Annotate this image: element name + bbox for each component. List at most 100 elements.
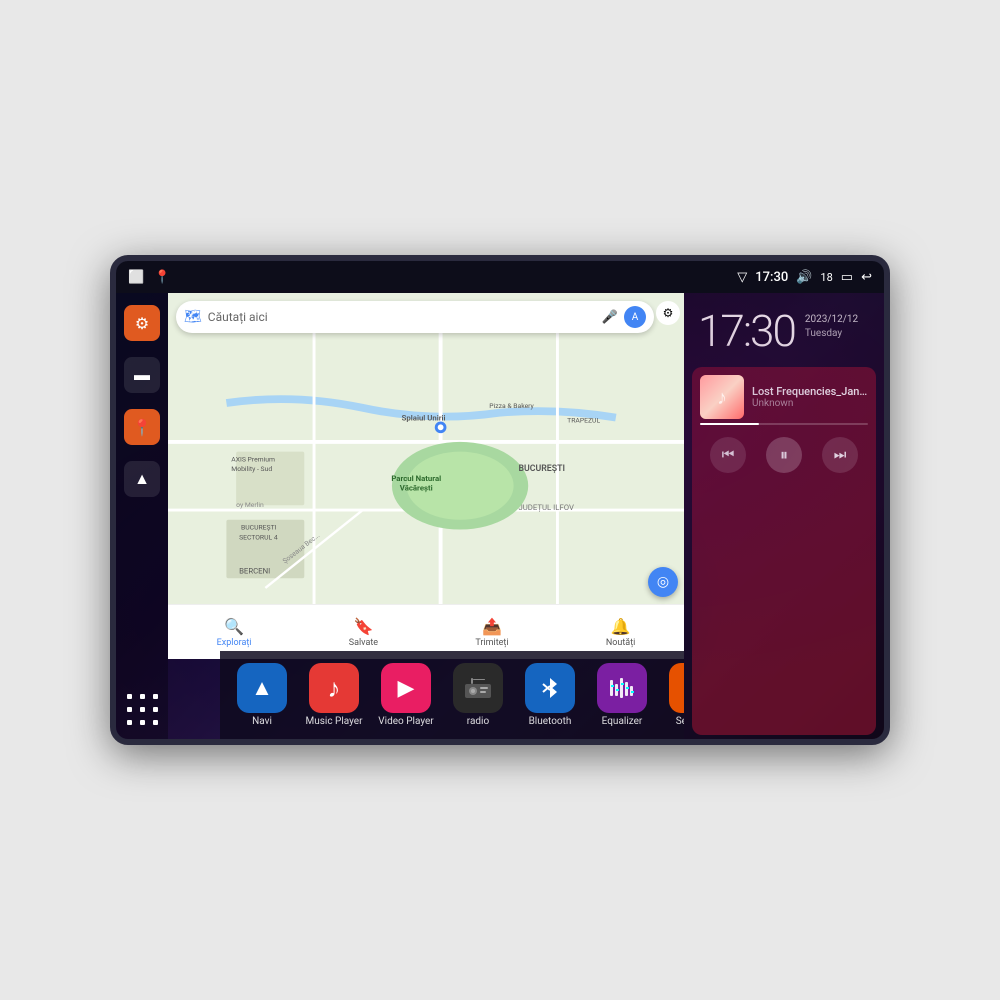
map-explore-btn[interactable]: 🔍 Explorați [217,617,252,648]
svg-text:TRAPEZUL: TRAPEZUL [567,416,600,424]
clock-date: 2023/12/12 Tuesday [805,309,858,341]
status-bar: ⬜ 📍 ▽ 17:30 🔊 18 ▭ ↩ [116,261,884,293]
music-controls: ⏮ ⏸ ⏭ [692,433,876,483]
svg-text:Pizza & Bakery: Pizza & Bakery [489,402,534,410]
app-equalizer[interactable]: Equalizer [588,657,656,733]
dot-6 [153,707,158,712]
svg-text:Mobility - Sud: Mobility - Sud [231,465,272,473]
settings-label: Settings [676,716,684,727]
svg-text:AXIS Premium: AXIS Premium [231,455,275,463]
dot-5 [140,707,145,712]
prev-icon: ⏮ [722,447,735,463]
sidebar-apps-btn[interactable] [124,691,160,727]
clock-section: 17:30 2023/12/12 Tuesday [684,293,884,363]
settings-icon: ⚙ [135,314,149,333]
google-maps-icon: 🗺 [184,309,202,325]
dot-2 [140,694,145,699]
equalizer-icon [608,676,636,700]
main-content: ⚙ ▬ 📍 ▲ [116,293,884,739]
nav-arrow-icon: ▲ [134,469,150,489]
svg-text:BUCUREȘTI: BUCUREȘTI [241,524,277,532]
music-icon: ♪ [328,673,341,704]
music-icon-wrap: ♪ [309,663,359,713]
music-section: Lost Frequencies_Janie... Unknown ⏮ ⏸ ⏭ [692,367,876,735]
app-video-player[interactable]: ▶ Video Player [372,657,440,733]
battery-level: 18 [820,271,832,284]
mic-icon[interactable]: 🎤 [602,310,618,325]
music-player-label: Music Player [305,716,362,727]
saved-icon: 🔖 [353,617,373,636]
map-settings-btn[interactable]: ⚙ [656,301,680,325]
next-button[interactable]: ⏭ [822,437,858,473]
dot-7 [127,720,132,725]
sidebar-files-btn[interactable]: ▬ [124,357,160,393]
video-icon: ▶ [398,676,415,701]
volume-icon: 🔊 [796,270,812,285]
bluetooth-icon-wrap [525,663,575,713]
sidebar-maps-btn[interactable]: 📍 [124,409,160,445]
status-right: ▽ 17:30 🔊 18 ▭ ↩ [737,270,872,285]
video-player-label: Video Player [378,716,433,727]
app-drawer: ▲ Navi ♪ Music Player ▶ Video Player [220,651,684,739]
map-saved-btn[interactable]: 🔖 Salvate [349,617,378,648]
map-container[interactable]: Splaiul Unirii Parcul Natural Văcărești … [168,293,684,659]
svg-text:BUCUREȘTI: BUCUREȘTI [518,464,565,474]
dot-3 [153,694,158,699]
navi-icon: ▲ [251,675,273,701]
home-icon[interactable]: ⬜ [128,270,144,285]
pause-icon: ⏸ [780,445,788,465]
settings-gear-icon: ⚙ [682,673,684,703]
navi-icon-wrap: ▲ [237,663,287,713]
app-settings[interactable]: ⚙ Settings [660,657,684,733]
radio-label: radio [467,716,489,727]
map-search-bar[interactable]: 🗺 Căutați aici 🎤 A [176,301,654,333]
album-image [700,375,744,419]
music-album-art [700,375,744,419]
sidebar-nav-btn[interactable]: ▲ [124,461,160,497]
right-panel: 17:30 2023/12/12 Tuesday Lost Frequencie… [684,293,884,739]
music-progress-bar[interactable] [700,423,868,425]
svg-text:oy Merlin: oy Merlin [236,501,264,509]
navi-label: Navi [252,716,272,727]
dot-1 [127,694,132,699]
music-artist: Unknown [752,398,868,409]
app-navi[interactable]: ▲ Navi [228,657,296,733]
pause-button[interactable]: ⏸ [766,437,802,473]
news-label: Noutăți [606,638,636,648]
bluetooth-label: Bluetooth [529,716,572,727]
user-avatar[interactable]: A [624,306,646,328]
sidebar-settings-btn[interactable]: ⚙ [124,305,160,341]
music-progress-fill [700,423,759,425]
location-fab[interactable]: ◎ [648,567,678,597]
maps-status-icon[interactable]: 📍 [154,270,170,285]
news-icon: 🔔 [611,617,631,636]
status-left: ⬜ 📍 [128,270,170,285]
clock-time: 17:30 [698,309,795,353]
radio-icon-wrap [453,663,503,713]
explore-icon: 🔍 [224,617,244,636]
map-news-btn[interactable]: 🔔 Noutăți [606,617,636,648]
prev-button[interactable]: ⏮ [710,437,746,473]
radio-icon [463,676,493,700]
music-info: Lost Frequencies_Janie... Unknown [752,385,868,409]
svg-text:Parcul Natural: Parcul Natural [391,474,441,483]
wifi-icon: ▽ [737,270,747,285]
status-time: 17:30 [755,270,788,285]
share-label: Trimiteți [475,638,508,648]
map-area: Splaiul Unirii Parcul Natural Văcărești … [168,293,684,739]
svg-text:BERCENI: BERCENI [239,566,270,575]
equalizer-icon-wrap [597,663,647,713]
battery-icon: ▭ [841,270,853,285]
back-icon[interactable]: ↩ [861,270,872,285]
map-share-btn[interactable]: 📤 Trimiteți [475,617,508,648]
share-icon: 📤 [482,617,502,636]
clock-date-year: 2023/12/12 [805,313,858,327]
svg-text:Splaiul Unirii: Splaiul Unirii [402,414,446,423]
dot-8 [140,720,145,725]
app-music-player[interactable]: ♪ Music Player [300,657,368,733]
music-top: Lost Frequencies_Janie... Unknown [692,367,876,423]
map-pin-icon: 📍 [132,418,152,437]
app-bluetooth[interactable]: Bluetooth [516,657,584,733]
app-radio[interactable]: radio [444,657,512,733]
clock-date-day: Tuesday [805,327,858,341]
